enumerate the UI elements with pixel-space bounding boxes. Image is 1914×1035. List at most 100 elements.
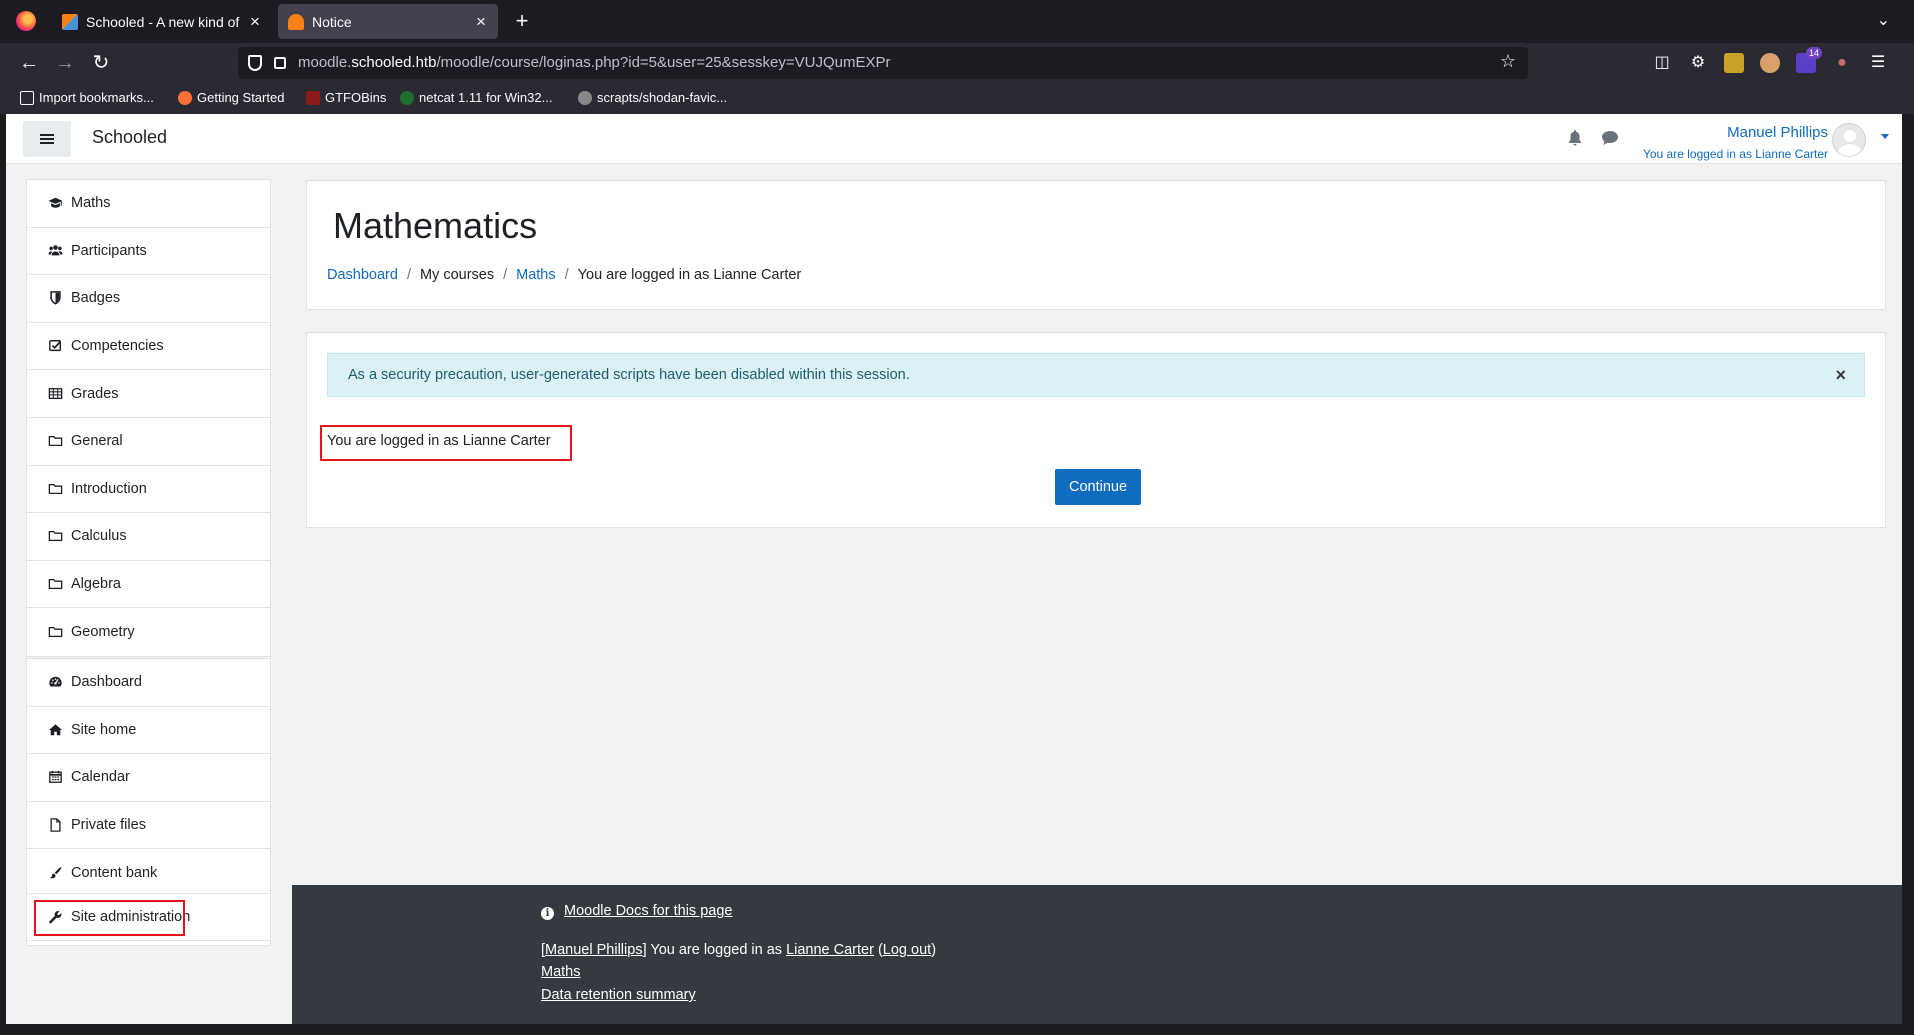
folder-icon [47,434,63,448]
sidebar-item-competencies[interactable]: Competencies [27,323,270,371]
sidebar-item-dashboard[interactable]: Dashboard [27,659,270,707]
close-tab-icon[interactable]: × [474,12,488,32]
sidebar-item-label: Grades [71,385,119,402]
breadcrumb-maths[interactable]: Maths [516,267,556,283]
breadcrumb-dashboard[interactable]: Dashboard [327,267,398,283]
moodle-favicon-icon [62,13,78,30]
bookmark-star-icon[interactable]: ☆ [1500,51,1516,72]
footer-loginas-link[interactable]: Lianne Carter [786,942,874,958]
gtfobins-icon [306,90,320,105]
browser-tab-notice[interactable]: Notice × [278,4,498,39]
forward-arrow-icon[interactable]: → [52,51,78,75]
user-menu-loginas: You are logged in as Lianne Carter [1642,147,1828,161]
sidebar-item-maths[interactable]: Maths [27,180,270,228]
browser-tab-bar: Schooled - A new kind of e × Notice × + … [0,0,1914,43]
tracking-shield-icon[interactable] [248,55,262,71]
close-tab-icon[interactable]: × [248,12,262,32]
page-footer: i Moodle Docs for this page [Manuel Phill… [292,885,1902,1024]
close-alert-icon[interactable]: × [1835,365,1846,386]
sidebar-item-label: Dashboard [71,674,142,691]
users-icon [47,244,63,258]
page-header-card: Mathematics Dashboard / My courses / Mat… [306,180,1886,310]
folder-icon [47,529,63,543]
firefox-logo-icon [178,90,192,105]
breadcrumb-separator: / [503,267,508,283]
graduation-cap-icon [47,196,63,210]
reload-icon[interactable]: ↻ [88,51,114,75]
drawer-toggle-button[interactable] [23,121,71,157]
tab-title: Schooled - A new kind of e [86,13,242,30]
sidebar-item-calendar[interactable]: Calendar [27,754,270,802]
sidebar-item-general[interactable]: General [27,418,270,466]
avatar[interactable] [1832,123,1866,157]
back-arrow-icon[interactable]: ← [16,51,42,75]
caret-down-icon[interactable] [1881,134,1889,139]
course-nav-group: Maths Participants Badges Competencies Grade… [26,179,271,657]
page-viewport: Schooled Manuel Phillips You are logged … [6,114,1902,1024]
bookmark-netcat[interactable]: netcat 1.11 for Win32... [400,90,552,105]
sidebar-item-algebra[interactable]: Algebra [27,561,270,609]
lock-icon[interactable] [274,57,286,69]
footer-docs: i Moodle Docs for this page [541,903,732,920]
user-menu-name[interactable]: Manuel Phillips [1727,124,1828,141]
logout-link[interactable]: Log out [883,942,931,958]
chat-bubble-icon[interactable] [1602,131,1618,145]
sidebar-item-private-files[interactable]: Private files [27,802,270,850]
url-text[interactable]: moodle.schooled.htb/moodle/course/logina… [298,54,890,71]
bookmark-import[interactable]: Import bookmarks... [20,90,154,105]
paint-brush-icon [47,866,63,880]
bell-icon[interactable] [1568,130,1582,146]
footer-login-text: ] You are logged in as [642,942,787,958]
cookie-extension-icon[interactable]: ● [1832,53,1852,73]
moodle-docs-link[interactable]: Moodle Docs for this page [564,903,732,919]
sidebar-item-grades[interactable]: Grades [27,370,270,418]
hackbar-extension-icon[interactable]: 14 [1796,47,1822,73]
wappalyzer-extension-icon[interactable] [1760,53,1780,73]
sidebar-item-introduction[interactable]: Introduction [27,466,270,514]
breadcrumb-current: You are logged in as Lianne Carter [577,267,802,283]
highlight-box-site-administration [34,900,185,936]
sidebar-item-label: Calendar [71,769,130,786]
extensions-puzzle-icon[interactable]: ⚙ [1688,53,1708,73]
footer-login-info: [Manuel Phillips] You are logged in as L… [541,942,936,958]
browser-tab-schooled[interactable]: Schooled - A new kind of e × [52,4,272,39]
sidebar-item-participants[interactable]: Participants [27,228,270,276]
sidebar-item-label: Participants [71,242,147,259]
footer-user-link[interactable]: Manuel Phillips [545,942,643,958]
sidebar-item-label: Private files [71,817,146,834]
extension-badge: 14 [1805,47,1822,59]
list-all-tabs-chevron-icon[interactable]: ⌄ [1877,10,1890,30]
firefox-logo-icon[interactable] [16,11,36,31]
folder-icon [47,577,63,591]
sidebar-item-geometry[interactable]: Geometry [27,608,270,656]
bookmarks-toolbar: Import bookmarks... Getting Started GTFO… [0,84,1914,114]
sidebar-item-label: Content bank [71,864,158,881]
burp-extension-icon[interactable] [1724,53,1744,73]
bookmark-shodan-favicon[interactable]: scrapts/shodan-favic... [578,90,727,105]
sidebar-item-label: Algebra [71,576,121,593]
nav-drawer: Maths Participants Badges Competencies Grade… [6,164,292,1024]
new-tab-plus-icon[interactable]: + [510,8,534,34]
bookmark-getting-started[interactable]: Getting Started [178,90,284,105]
sidebar-item-site-home[interactable]: Site home [27,707,270,755]
sidebar-item-label: Calculus [71,528,127,545]
dashboard-icon [47,675,63,689]
sidebar-item-badges[interactable]: Badges [27,275,270,323]
sidebar-item-label: Badges [71,290,121,307]
alert-text: As a security precaution, user-generated… [348,367,910,383]
footer-maths-link[interactable]: Maths [541,964,581,980]
site-name[interactable]: Schooled [92,127,167,148]
sidebar-item-calculus[interactable]: Calculus [27,513,270,561]
sidebar-item-content-bank[interactable]: Content bank [27,849,270,897]
continue-button[interactable]: Continue [1055,469,1141,505]
footer-paren: ) [931,942,937,958]
notice-card: As a security precaution, user-generated… [306,332,1886,528]
url-bar[interactable]: moodle.schooled.htb/moodle/course/logina… [238,47,1528,79]
bookmark-gtfobins[interactable]: GTFOBins [306,90,386,105]
data-retention-link[interactable]: Data retention summary [541,987,696,1003]
pocket-icon[interactable]: ◫ [1652,53,1672,73]
menu-hamburger-icon[interactable]: ☰ [1868,53,1888,73]
sidebar-item-label: Competencies [71,338,164,355]
hamburger-icon [40,134,54,144]
moodle-favicon-icon [288,13,304,30]
